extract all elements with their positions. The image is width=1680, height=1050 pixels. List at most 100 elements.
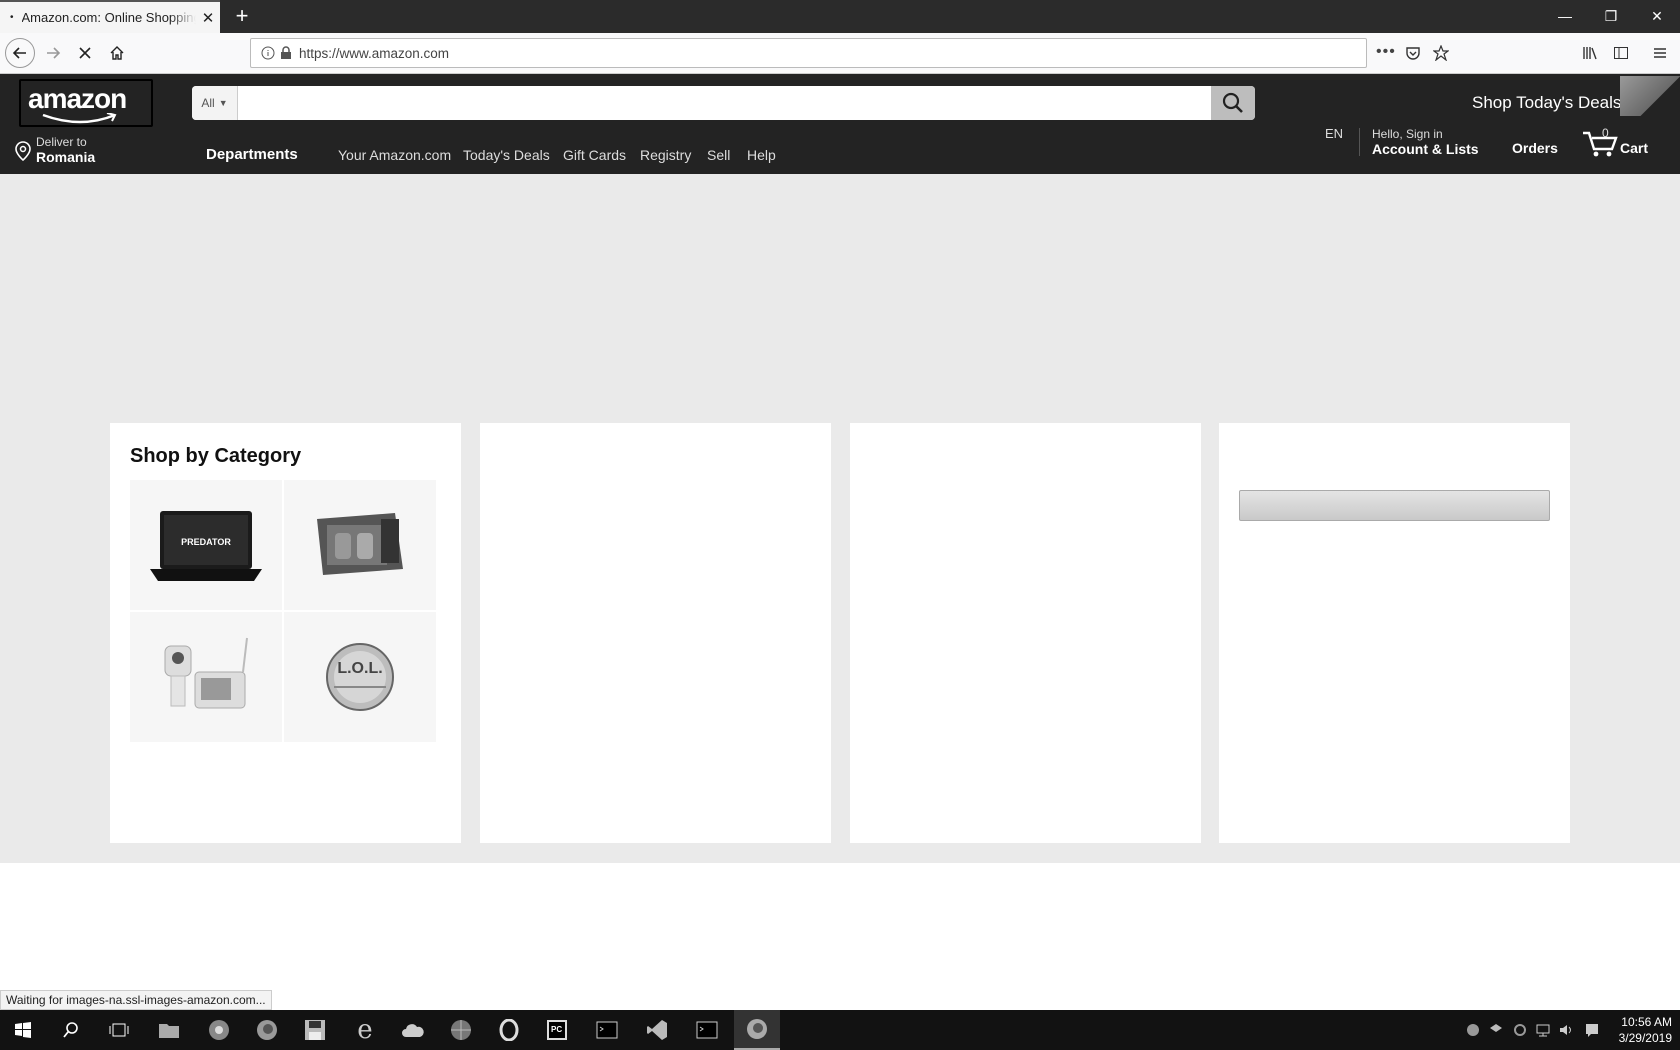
loading-placeholder-button[interactable]	[1239, 490, 1550, 521]
logo-text: amazon	[28, 83, 127, 114]
browser-tab[interactable]: • Amazon.com: Online Shopping for Electr…	[0, 0, 220, 33]
volume-icon[interactable]	[1558, 1022, 1574, 1038]
terminal-2-icon[interactable]	[684, 1010, 730, 1050]
firefox-dev-icon[interactable]	[244, 1010, 290, 1050]
nav-your-amazon[interactable]: Your Amazon.com	[338, 147, 451, 163]
deliver-to[interactable]: Deliver to Romania	[14, 135, 95, 165]
windows-start-icon[interactable]	[0, 1010, 46, 1050]
amazon-logo[interactable]: amazon	[19, 79, 153, 127]
back-icon[interactable]	[5, 38, 35, 68]
tray-app-icon[interactable]	[1465, 1022, 1481, 1038]
laptop-icon: PREDATOR	[150, 511, 262, 581]
windows-taskbar: e PC 10:56 AM 3/29/2019	[0, 1010, 1680, 1050]
content-card-3	[850, 423, 1201, 843]
restore-icon[interactable]: ❐	[1588, 0, 1634, 33]
nav-sell[interactable]: Sell	[707, 147, 730, 163]
minimize-icon[interactable]: —	[1542, 0, 1588, 33]
orders-link[interactable]: Orders	[1512, 140, 1558, 156]
forward-icon[interactable]	[38, 38, 68, 68]
deliver-to-label: Deliver to	[36, 135, 87, 149]
stop-loading-icon[interactable]	[70, 38, 100, 68]
address-bar[interactable]: https://www.amazon.com •••	[250, 38, 1395, 68]
clock-date: 3/29/2019	[1618, 1031, 1672, 1045]
deliver-country: Romania	[36, 149, 96, 165]
logo-smile-icon	[42, 113, 117, 124]
category-tile-game-console[interactable]	[284, 480, 436, 610]
tray-settings-icon[interactable]	[1512, 1022, 1528, 1038]
clock-time: 10:56 AM	[1621, 1015, 1672, 1029]
close-tab-icon[interactable]: ✕	[196, 9, 220, 27]
browser-status-bar: Waiting for images-na.ssl-images-amazon.…	[0, 990, 272, 1010]
chrome-icon[interactable]	[196, 1010, 242, 1050]
shop-todays-deals-promo[interactable]: Shop Today's Deals	[1472, 93, 1621, 113]
pocket-icon[interactable]	[1398, 38, 1428, 68]
tray-dropbox-icon[interactable]	[1488, 1022, 1504, 1038]
content-card-2	[480, 423, 831, 843]
search-input[interactable]	[239, 86, 1201, 120]
category-tile-toy[interactable]: L.O.L.	[284, 612, 436, 742]
cart-label: Cart	[1620, 140, 1649, 156]
firefox-active-icon[interactable]	[734, 1010, 780, 1050]
nav-gift-cards[interactable]: Gift Cards	[563, 147, 626, 163]
baby-monitor-icon	[164, 637, 248, 709]
divider	[1359, 128, 1360, 156]
nav-todays-deals[interactable]: Today's Deals	[463, 147, 550, 163]
browser-tab-bar: • Amazon.com: Online Shopping for Electr…	[0, 0, 1680, 33]
close-window-icon[interactable]: ✕	[1634, 0, 1680, 33]
system-clock[interactable]: 10:56 AM 3/29/2019	[1604, 1014, 1672, 1046]
file-explorer-icon[interactable]	[146, 1010, 192, 1050]
main-content: Shop by Category PREDATOR L.O.L.	[0, 174, 1680, 863]
nav-help[interactable]: Help	[747, 147, 776, 163]
laptop-brand-text: PREDATOR	[181, 537, 231, 547]
location-pin-icon	[15, 141, 31, 161]
search-category-dropdown[interactable]: All ▼	[192, 86, 238, 120]
opera-icon[interactable]	[486, 1010, 532, 1050]
search-icon	[1222, 92, 1243, 113]
nav-registry[interactable]: Registry	[640, 147, 691, 163]
browser-toolbar: https://www.amazon.com •••	[0, 33, 1680, 74]
more-actions-icon[interactable]: •••	[1376, 43, 1396, 61]
pycharm-icon[interactable]: PC	[534, 1010, 580, 1050]
network-icon[interactable]	[1535, 1022, 1551, 1038]
account-lists-label: Account & Lists	[1372, 141, 1479, 157]
menu-icon[interactable]	[1645, 38, 1675, 68]
cart-button[interactable]: 0 Cart	[1582, 126, 1652, 160]
language-selector[interactable]: EN	[1325, 126, 1343, 141]
cart-icon	[1583, 131, 1618, 157]
search-button[interactable]	[1211, 86, 1255, 120]
promo-graphic	[1620, 76, 1680, 116]
visual-studio-icon[interactable]	[634, 1010, 680, 1050]
library-icon[interactable]	[1575, 38, 1605, 68]
account-lists[interactable]: Hello, Sign in Account & Lists	[1372, 127, 1479, 157]
tab-title: Amazon.com: Online Shopping for Electron…	[21, 10, 196, 25]
amazon-header: amazon All ▼ Shop Today's Deals Deliver …	[0, 74, 1680, 174]
category-tile-laptop[interactable]: PREDATOR	[130, 480, 282, 610]
account-greeting: Hello, Sign in	[1372, 127, 1443, 141]
cloud-app-icon[interactable]	[390, 1010, 436, 1050]
terminal-icon[interactable]	[584, 1010, 630, 1050]
search-category-label: All	[201, 96, 215, 110]
page-lower-area	[0, 863, 1680, 1010]
search-icon[interactable]	[48, 1010, 94, 1050]
info-icon[interactable]	[261, 46, 275, 63]
home-icon[interactable]	[102, 38, 132, 68]
departments-menu[interactable]: Departments	[206, 146, 298, 163]
url-text: https://www.amazon.com	[299, 45, 450, 61]
cart-count: 0	[1602, 126, 1609, 140]
edge-icon[interactable]: e	[342, 1010, 388, 1050]
shop-by-category-card: Shop by Category PREDATOR L.O.L.	[110, 423, 461, 843]
card-title: Shop by Category	[130, 445, 302, 467]
globe-app-icon[interactable]	[438, 1010, 484, 1050]
tab-loading-dot-icon: •	[10, 12, 14, 23]
toy-ball-icon: L.O.L.	[326, 643, 394, 711]
game-console-icon	[317, 513, 403, 575]
sidebar-icon[interactable]	[1606, 38, 1636, 68]
bookmark-star-icon[interactable]	[1426, 38, 1456, 68]
task-view-icon[interactable]	[96, 1010, 142, 1050]
save-app-icon[interactable]	[292, 1010, 338, 1050]
content-card-4	[1219, 423, 1570, 843]
toy-brand-text: L.O.L.	[337, 660, 382, 677]
new-tab-icon[interactable]: +	[230, 4, 254, 28]
notifications-icon[interactable]	[1584, 1022, 1600, 1038]
category-tile-baby-monitor[interactable]	[130, 612, 282, 742]
